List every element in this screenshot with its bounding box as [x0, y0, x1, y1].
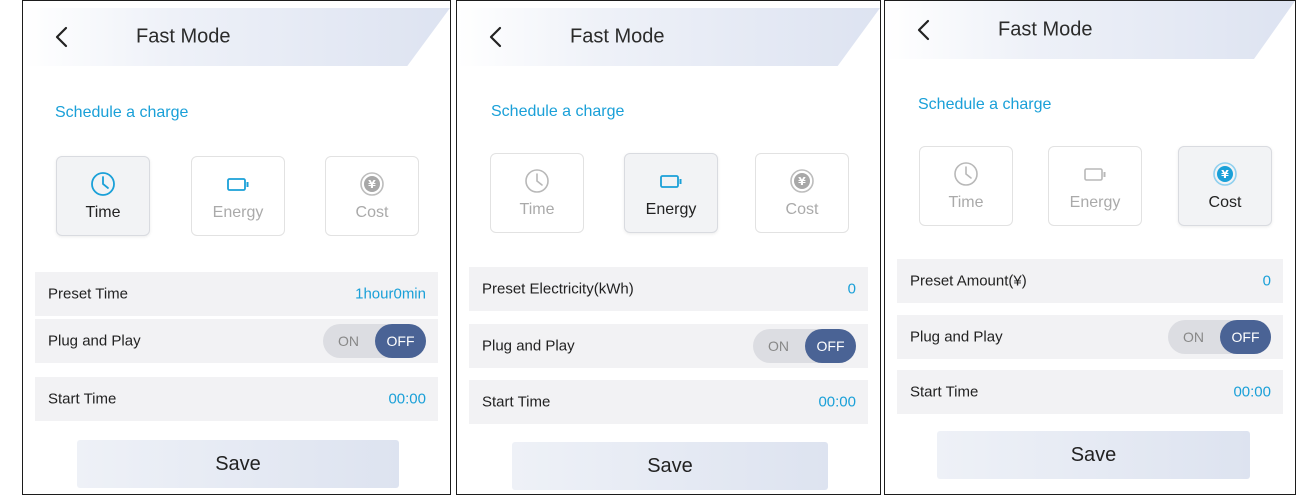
plug-and-play-row: Plug and Play ON OFF	[35, 319, 438, 363]
start-time-label: Start Time	[48, 390, 117, 408]
svg-text:¥: ¥	[1221, 168, 1229, 181]
mode-cost-label: Cost	[785, 201, 819, 218]
mode-time-label: Time	[948, 194, 984, 211]
save-button[interactable]: Save	[512, 442, 828, 490]
screen-time-mode: Fast Mode Schedule a charge Time Energy …	[22, 0, 451, 495]
mode-cost-label: Cost	[1208, 194, 1242, 211]
yen-coin-icon: ¥	[789, 168, 815, 194]
chevron-left-icon[interactable]	[485, 23, 507, 51]
mode-time-button[interactable]: Time	[919, 146, 1013, 226]
page-title: Fast Mode	[998, 18, 1093, 41]
preset-time-value[interactable]: 1hour0min	[355, 286, 426, 303]
start-time-value[interactable]: 00:00	[1233, 384, 1271, 401]
start-time-label: Start Time	[482, 393, 551, 411]
section-title: Schedule a charge	[55, 104, 189, 121]
section-title: Schedule a charge	[918, 96, 1052, 113]
start-time-row: Start Time 00:00	[469, 380, 868, 424]
start-time-row: Start Time 00:00	[897, 370, 1283, 414]
preset-amount-label: Preset Amount(¥)	[910, 272, 1027, 290]
save-button[interactable]: Save	[937, 431, 1250, 479]
mode-energy-button[interactable]: Energy	[624, 153, 718, 233]
start-time-value[interactable]: 00:00	[388, 391, 426, 408]
toggle-on-label: ON	[1183, 329, 1204, 345]
page-title: Fast Mode	[570, 25, 665, 48]
battery-icon	[658, 168, 684, 194]
mode-cost-button[interactable]: ¥ Cost	[1178, 146, 1272, 226]
battery-icon	[225, 171, 251, 197]
preset-amount-value[interactable]: 0	[1263, 273, 1271, 290]
mode-energy-button[interactable]: Energy	[1048, 146, 1142, 226]
chevron-left-icon[interactable]	[913, 16, 935, 44]
plug-and-play-toggle[interactable]: ON OFF	[753, 329, 856, 363]
preset-electricity-label: Preset Electricity(kWh)	[482, 280, 634, 298]
screen-cost-mode: Fast Mode Schedule a charge Time Energy …	[884, 0, 1296, 495]
battery-icon	[1082, 161, 1108, 187]
toggle-on-label: ON	[338, 333, 359, 349]
mode-cost-button[interactable]: ¥ Cost	[755, 153, 849, 233]
clock-icon	[90, 171, 116, 197]
mode-cost-label: Cost	[355, 204, 389, 221]
toggle-off-label: OFF	[375, 324, 426, 358]
yen-coin-icon: ¥	[1212, 161, 1238, 187]
start-time-label: Start Time	[910, 383, 979, 401]
save-button[interactable]: Save	[77, 440, 399, 488]
mode-energy-button[interactable]: Energy	[191, 156, 285, 236]
chevron-left-icon[interactable]	[51, 23, 73, 51]
section-title: Schedule a charge	[491, 103, 625, 120]
header-bar: Fast Mode	[885, 1, 1295, 59]
mode-time-label: Time	[519, 201, 555, 218]
toggle-off-label: OFF	[1220, 320, 1271, 354]
yen-coin-icon: ¥	[359, 171, 385, 197]
toggle-on-label: ON	[768, 338, 789, 354]
mode-time-label: Time	[85, 204, 121, 221]
preset-amount-row: Preset Amount(¥) 0	[897, 259, 1283, 303]
clock-icon	[524, 168, 550, 194]
start-time-value[interactable]: 00:00	[818, 394, 856, 411]
plug-and-play-label: Plug and Play	[48, 332, 141, 350]
mode-energy-label: Energy	[212, 204, 264, 221]
page-title: Fast Mode	[136, 25, 231, 48]
header-bar: Fast Mode	[457, 8, 880, 66]
svg-text:¥: ¥	[368, 178, 376, 191]
plug-and-play-row: Plug and Play ON OFF	[469, 324, 868, 368]
preset-electricity-value[interactable]: 0	[848, 281, 856, 298]
mode-cost-button[interactable]: ¥ Cost	[325, 156, 419, 236]
plug-and-play-row: Plug and Play ON OFF	[897, 315, 1283, 359]
plug-and-play-toggle[interactable]: ON OFF	[1168, 320, 1271, 354]
start-time-row: Start Time 00:00	[35, 377, 438, 421]
screen-energy-mode: Fast Mode Schedule a charge Time Energy …	[456, 0, 881, 495]
plug-and-play-toggle[interactable]: ON OFF	[323, 324, 426, 358]
mode-energy-label: Energy	[1069, 194, 1121, 211]
svg-text:¥: ¥	[798, 175, 806, 188]
plug-and-play-label: Plug and Play	[910, 328, 1003, 346]
plug-and-play-label: Plug and Play	[482, 337, 575, 355]
preset-electricity-row: Preset Electricity(kWh) 0	[469, 267, 868, 311]
mode-time-button[interactable]: Time	[56, 156, 150, 236]
preset-time-label: Preset Time	[48, 285, 129, 303]
clock-icon	[953, 161, 979, 187]
mode-time-button[interactable]: Time	[490, 153, 584, 233]
header-bar: Fast Mode	[23, 8, 450, 66]
mode-energy-label: Energy	[645, 201, 697, 218]
preset-time-row: Preset Time 1hour0min	[35, 272, 438, 316]
toggle-off-label: OFF	[805, 329, 856, 363]
